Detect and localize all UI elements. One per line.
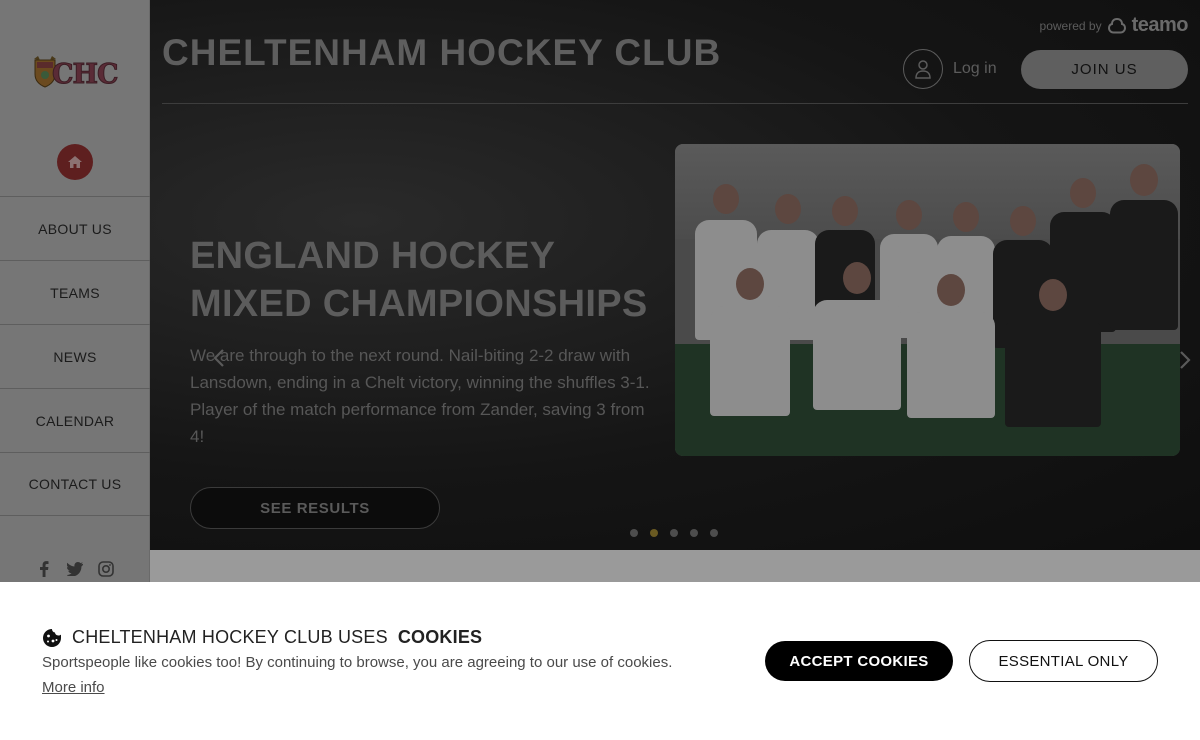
sidebar: CHC ABOUT US TEAMS NEWS CALENDAR CONTACT… bbox=[0, 0, 150, 582]
chevron-right-icon bbox=[1180, 351, 1191, 369]
home-button[interactable] bbox=[57, 144, 93, 180]
team-player bbox=[813, 262, 901, 456]
slide-dot[interactable] bbox=[630, 529, 638, 537]
facebook-icon[interactable] bbox=[35, 560, 53, 578]
team-player bbox=[1110, 164, 1178, 354]
slide-description: We are through to the next round. Nail-b… bbox=[190, 346, 650, 446]
more-info-link[interactable]: More info bbox=[42, 679, 105, 696]
nav-item-calendar[interactable]: CALENDAR bbox=[0, 388, 150, 452]
accept-cookies-button[interactable]: ACCEPT COOKIES bbox=[765, 641, 953, 681]
team-player bbox=[1005, 279, 1101, 456]
powered-by[interactable]: powered by teamo bbox=[1039, 14, 1189, 37]
user-icon bbox=[903, 49, 943, 89]
login-label: Log in bbox=[953, 60, 997, 77]
cookie-icon bbox=[43, 628, 61, 647]
slide-dot[interactable] bbox=[690, 529, 698, 537]
cookie-message: Sportspeople like cookies too! By contin… bbox=[42, 654, 673, 671]
cookie-title-prefix: CHELTENHAM HOCKEY CLUB USES bbox=[72, 627, 388, 647]
slide-image bbox=[675, 144, 1180, 456]
join-us-button[interactable]: JOIN US bbox=[1021, 50, 1188, 89]
next-slide-button[interactable] bbox=[1174, 346, 1196, 374]
cookie-banner: CHELTENHAM HOCKEY CLUB USES COOKIES Spor… bbox=[0, 582, 1200, 740]
team-player bbox=[907, 274, 995, 456]
slide-dot[interactable] bbox=[670, 529, 678, 537]
essential-only-button[interactable]: ESSENTIAL ONLY bbox=[969, 640, 1158, 682]
slide-dot[interactable] bbox=[650, 529, 658, 537]
headline-line-1: ENGLAND HOCKEY bbox=[190, 235, 556, 277]
chevron-left-icon bbox=[213, 349, 224, 367]
teamo-logo-icon bbox=[1107, 17, 1126, 33]
instagram-icon[interactable] bbox=[97, 560, 115, 578]
cookie-title-bold: COOKIES bbox=[397, 627, 483, 647]
prev-slide-button[interactable] bbox=[208, 344, 230, 372]
hero-section: powered by teamo CHELTENHAM HOCKEY CLUB … bbox=[150, 0, 1200, 550]
social-links bbox=[35, 560, 115, 578]
slide-dot[interactable] bbox=[710, 529, 718, 537]
powered-by-label: powered by bbox=[1039, 18, 1102, 33]
main-nav: ABOUT US TEAMS NEWS CALENDAR CONTACT US bbox=[0, 196, 150, 516]
nav-item-about-us[interactable]: ABOUT US bbox=[0, 196, 150, 260]
see-results-button[interactable]: SEE RESULTS bbox=[190, 487, 440, 529]
headline-line-2: MIXED CHAMPIONSHIPS bbox=[190, 283, 648, 325]
header-divider bbox=[162, 103, 1188, 104]
twitter-icon[interactable] bbox=[66, 560, 84, 578]
team-player bbox=[710, 268, 790, 456]
club-logo[interactable]: CHC bbox=[30, 52, 120, 96]
nav-item-contact-us[interactable]: CONTACT US bbox=[0, 452, 150, 516]
slide-headline: ENGLAND HOCKEY MIXED CHAMPIONSHIPS bbox=[190, 232, 670, 328]
nav-item-news[interactable]: NEWS bbox=[0, 324, 150, 388]
teamo-label: teamo bbox=[1131, 14, 1189, 36]
login-button[interactable]: Log in bbox=[903, 49, 997, 89]
nav-item-teams[interactable]: TEAMS bbox=[0, 260, 150, 324]
home-icon bbox=[68, 156, 82, 168]
cookie-title: CHELTENHAM HOCKEY CLUB USES COOKIES bbox=[42, 627, 482, 648]
logo-text: CHC bbox=[52, 59, 119, 91]
site-title[interactable]: CHELTENHAM HOCKEY CLUB bbox=[162, 32, 721, 74]
slide-pagination bbox=[630, 529, 718, 537]
